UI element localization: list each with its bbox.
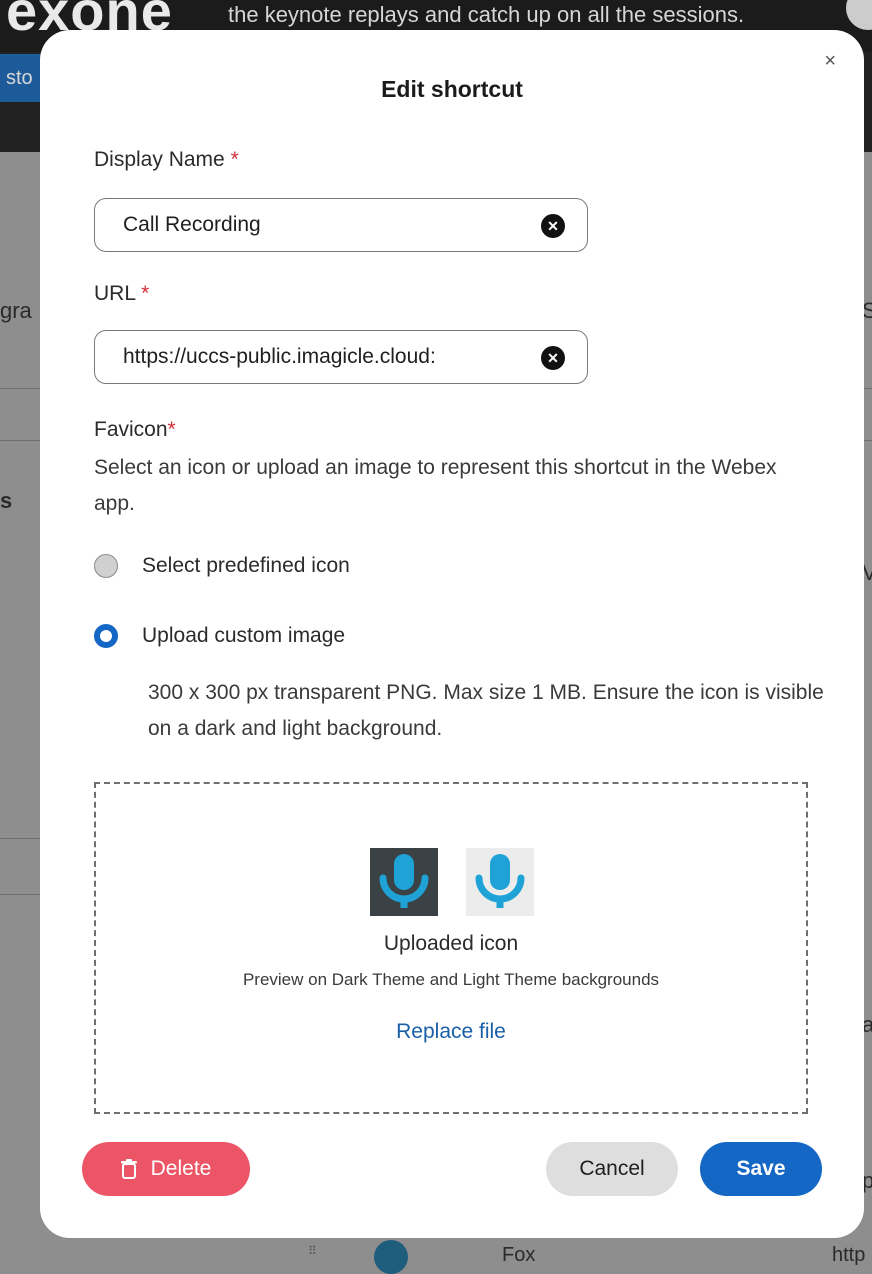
close-icon[interactable]: × [824, 50, 836, 73]
microphone-icon [475, 854, 525, 908]
radio-select-predefined-icon[interactable]: Select predefined icon [94, 554, 350, 578]
dialog-title: Edit shortcut [381, 76, 523, 102]
radio-label: Select predefined icon [142, 554, 350, 577]
required-mark: * [141, 282, 150, 305]
radio-label: Upload custom image [142, 624, 346, 647]
display-name-input[interactable] [123, 213, 523, 237]
uploaded-icon-label: Uploaded icon [383, 932, 519, 955]
favicon-label: Favicon* [94, 418, 176, 442]
clear-display-name-icon[interactable]: ✕ [541, 214, 565, 238]
background-text-fragment: s [0, 488, 13, 513]
drag-handle-icon: ⠿ [308, 1244, 317, 1258]
replace-file-link[interactable]: Replace file [96, 1020, 806, 1044]
light-theme-preview [466, 848, 534, 916]
background-row-name: Fox [502, 1244, 536, 1266]
dark-theme-preview [370, 848, 438, 916]
url-field[interactable]: ✕ [94, 330, 588, 384]
upload-requirements-text: 300 x 300 px transparent PNG. Max size 1… [148, 681, 824, 740]
url-label-text: URL [94, 282, 136, 305]
display-name-label: Display Name * [94, 148, 239, 172]
upload-dropzone[interactable]: Uploaded icon Preview on Dark Theme and … [94, 782, 808, 1114]
trash-icon [120, 1159, 137, 1179]
delete-button[interactable]: Delete [82, 1142, 250, 1196]
favicon-label-text: Favicon [94, 418, 168, 441]
background-banner-text: the keynote replays and catch up on all … [228, 2, 745, 27]
save-button[interactable]: Save [700, 1142, 822, 1196]
preview-note: Preview on Dark Theme and Light Theme ba… [242, 970, 660, 989]
radio-button-unselected[interactable] [94, 554, 118, 578]
microphone-icon [379, 854, 429, 908]
display-name-label-text: Display Name [94, 148, 225, 171]
radio-button-selected[interactable] [94, 624, 118, 648]
background-text-fragment: gra [0, 298, 32, 323]
display-name-field[interactable]: ✕ [94, 198, 588, 252]
cancel-button[interactable]: Cancel [546, 1142, 678, 1196]
background-row-url: http [832, 1244, 866, 1266]
background-divider [0, 388, 40, 389]
url-label: URL * [94, 282, 149, 306]
favicon-help-text: Select an icon or upload an image to rep… [94, 456, 777, 515]
background-app-icon [374, 1240, 408, 1274]
background-divider [0, 440, 40, 441]
background-divider [0, 838, 40, 839]
background-avatar [846, 0, 872, 30]
background-divider [0, 894, 40, 895]
required-mark: * [167, 418, 176, 441]
required-mark: * [230, 148, 239, 171]
radio-upload-custom-image[interactable]: Upload custom image [94, 624, 345, 648]
clear-url-icon[interactable]: ✕ [541, 346, 565, 370]
edit-shortcut-dialog: × Edit shortcut Display Name * ✕ URL * ✕… [40, 30, 864, 1238]
delete-button-label: Delete [150, 1157, 212, 1180]
url-input[interactable] [123, 345, 523, 369]
